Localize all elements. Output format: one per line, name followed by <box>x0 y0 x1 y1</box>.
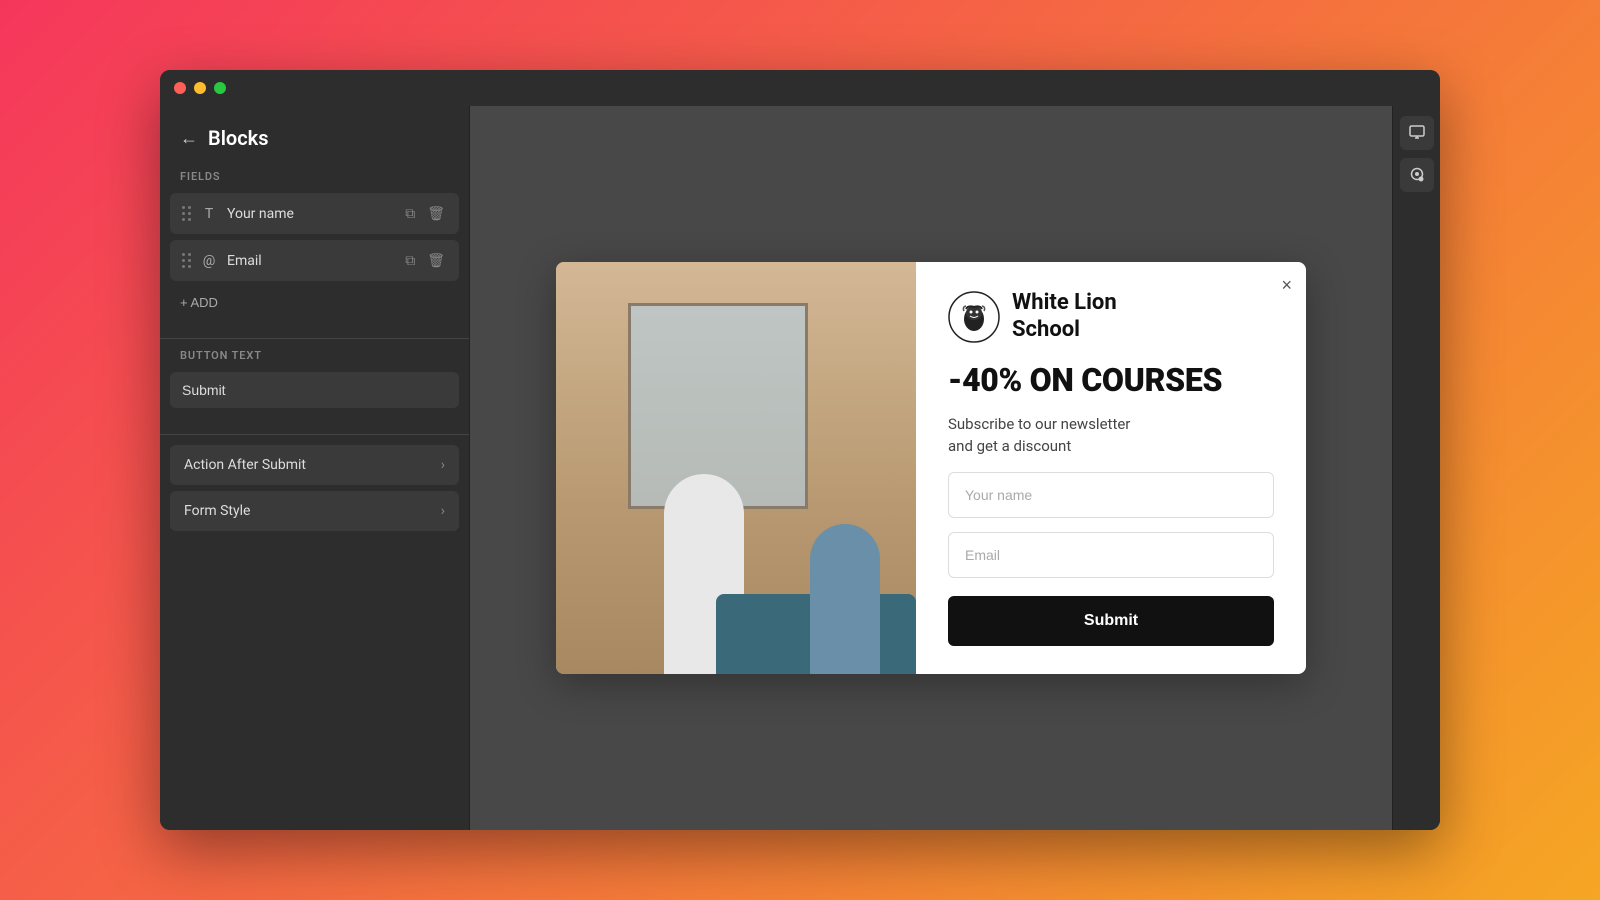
popup-close-button[interactable]: × <box>1281 276 1292 294</box>
drag-handle-email[interactable] <box>182 253 191 268</box>
fields-section-label: FIELDS <box>160 170 469 193</box>
form-style-label: Form Style <box>184 503 250 519</box>
popup-subtitle: Subscribe to our newsletter and get a di… <box>948 413 1274 458</box>
main-area: × <box>470 106 1392 830</box>
back-button[interactable]: ← <box>180 128 198 149</box>
browser-content: ← Blocks FIELDS T Your name ⧉ 🗑 <box>160 106 1440 830</box>
monitor-icon <box>1408 124 1426 142</box>
popup-image <box>556 262 916 674</box>
duplicate-your-name-button[interactable]: ⧉ <box>403 203 417 224</box>
divider <box>160 338 469 339</box>
at-icon: @ <box>199 253 219 269</box>
sidebar-header: ← Blocks <box>160 126 469 170</box>
popup-email-input[interactable] <box>948 532 1274 578</box>
field-actions-your-name: ⧉ 🗑 <box>403 203 447 224</box>
action-after-submit-label: Action After Submit <box>184 457 306 473</box>
sidebar: ← Blocks FIELDS T Your name ⧉ 🗑 <box>160 106 470 830</box>
accordion-form-style[interactable]: Form Style › <box>170 491 459 531</box>
popup-content: × <box>916 262 1306 674</box>
popup-modal: × <box>556 262 1306 674</box>
action-after-submit-arrow: › <box>441 457 445 473</box>
window-dot-green[interactable] <box>214 82 226 94</box>
field-label-email: Email <box>227 253 395 269</box>
button-text-input[interactable] <box>170 372 459 408</box>
field-item-your-name[interactable]: T Your name ⧉ 🗑 <box>170 193 459 234</box>
field-item-email[interactable]: @ Email ⧉ 🗑 <box>170 240 459 281</box>
browser-titlebar <box>160 70 1440 106</box>
accordion-action-after-submit[interactable]: Action After Submit › <box>170 445 459 485</box>
duplicate-email-button[interactable]: ⧉ <box>403 250 417 271</box>
form-style-arrow: › <box>441 503 445 519</box>
drag-handle-your-name[interactable] <box>182 206 191 221</box>
browser-window: ← Blocks FIELDS T Your name ⧉ 🗑 <box>160 70 1440 830</box>
delete-your-name-button[interactable]: 🗑 <box>425 203 447 224</box>
photo-background <box>556 262 916 674</box>
monitor-view-button[interactable] <box>1400 116 1434 150</box>
discount-text: -40% ON COURSES <box>948 361 1274 399</box>
school-name: White Lion School <box>1012 290 1117 343</box>
popup-overlay: × <box>470 106 1392 830</box>
text-icon: T <box>199 206 219 222</box>
popup-name-input[interactable] <box>948 472 1274 518</box>
window-dot-yellow[interactable] <box>194 82 206 94</box>
paint-icon <box>1408 166 1426 184</box>
window-dot-red[interactable] <box>174 82 186 94</box>
sidebar-title: Blocks <box>208 126 268 150</box>
popup-logo: White Lion School <box>948 290 1274 343</box>
divider-2 <box>160 434 469 435</box>
button-text-section-label: BUTTON TEXT <box>160 349 469 372</box>
add-field-button[interactable]: + ADD <box>160 287 469 318</box>
right-toolbar <box>1392 106 1440 830</box>
popup-submit-button[interactable]: Submit <box>948 596 1274 646</box>
field-actions-email: ⧉ 🗑 <box>403 250 447 271</box>
delete-email-button[interactable]: 🗑 <box>425 250 447 271</box>
lion-logo-icon <box>948 291 1000 343</box>
person-sitting <box>810 524 880 674</box>
field-label-your-name: Your name <box>227 206 395 222</box>
paint-button[interactable] <box>1400 158 1434 192</box>
